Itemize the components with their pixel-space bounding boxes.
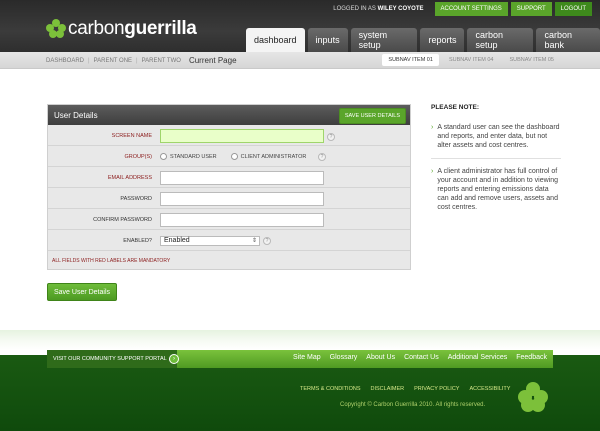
logo-text: carbonguerrilla [68,18,197,39]
logout-button[interactable]: LOGOUT [554,2,592,16]
subnav-item-05[interactable]: SUBNAV ITEM 05 [503,54,560,66]
subnav-item-01[interactable]: SUBNAV ITEM 01 [382,54,439,66]
topbar: LOGGED IN AS WILEY COYOTE ACCOUNT SETTIN… [333,2,592,16]
footer-link-additional-services[interactable]: Additional Services [448,354,508,361]
logo[interactable]: carbonguerrilla [46,18,197,40]
footer-link-site-map[interactable]: Site Map [293,354,321,361]
crumb-current-page: Current Page [188,56,237,65]
groups-label: GROUP(S) [124,154,153,160]
note-text: A client administrator has full control … [437,168,558,211]
screen-name-label: SCREEN NAME [111,133,152,139]
row-password: PASSWORD [48,189,410,209]
logged-in-label: LOGGED IN AS WILEY COYOTE [333,6,424,12]
email-label: EMAIL ADDRESS [107,175,152,181]
copyright: Copyright © Carbon Guerrilla 2010. All r… [340,402,486,408]
tab-inputs[interactable]: inputs [307,28,348,52]
main-tabs: dashboard inputs system setup reports ca… [246,28,600,52]
radio-client-admin[interactable] [230,153,238,160]
help-icon[interactable]: ? [318,153,326,161]
save-user-details-top-button[interactable]: SAVE USER DETAILS [338,108,406,124]
mandatory-note: ALL FIELDS WITH RED LABELS ARE MANDATORY [52,258,171,264]
community-portal-link[interactable]: VISIT OUR COMMUNITY SUPPORT PORTAL [47,350,177,368]
enabled-label: ENABLED? [123,238,152,244]
subnav-item-04[interactable]: SUBNAV ITEM 04 [443,54,500,66]
subnav-items: SUBNAV ITEM 01 SUBNAV ITEM 04 SUBNAV ITE… [382,54,560,66]
help-icon[interactable]: ? [327,133,335,141]
chevron-right-icon: › [431,124,434,131]
footer-legal-links: TERMS & CONDITIONS DISCLAIMER PRIVACY PO… [300,386,510,392]
radio-client-admin-label: CLIENT ADMINISTRATOR [240,153,307,160]
crumb-separator: | [136,57,138,64]
crumb-parent-one[interactable]: PARENT ONE [94,58,132,64]
terms-link[interactable]: TERMS & CONDITIONS [300,386,361,392]
footer-link-about-us[interactable]: About Us [366,354,395,361]
privacy-link[interactable]: PRIVACY POLICY [414,386,459,392]
tab-reports[interactable]: reports [420,28,465,52]
row-groups: GROUP(S) STANDARD USER CLIENT ADMINISTRA… [48,147,410,167]
footer-link-glossary[interactable]: Glossary [330,354,358,361]
support-button[interactable]: SUPPORT [510,2,552,16]
email-input[interactable] [160,171,324,185]
account-settings-button[interactable]: ACCOUNT SETTINGS [434,2,508,16]
panel-header: User Details SAVE USER DETAILS [48,105,410,125]
chevron-right-icon: › [431,168,434,175]
user-details-panel: User Details SAVE USER DETAILS SCREEN NA… [47,104,411,270]
row-confirm-password: CONFIRM PASSWORD [48,210,410,230]
confirm-password-label: CONFIRM PASSWORD [93,217,152,223]
note-text: A standard user can see the dashboard an… [437,124,560,149]
tab-system-setup[interactable]: system setup [350,28,418,52]
header-bar: carbonguerrilla LOGGED IN AS WILEY COYOT… [0,0,600,52]
radio-standard-user-label: STANDARD USER [170,153,217,160]
disclaimer-link[interactable]: DISCLAIMER [371,386,405,392]
password-input[interactable] [160,192,324,206]
save-user-details-button[interactable]: Save User Details [47,283,117,301]
row-email: EMAIL ADDRESS [48,168,410,188]
footer: VISIT OUR COMMUNITY SUPPORT PORTAL › Sit… [0,330,600,431]
panel-title: User Details [54,111,98,120]
note-item: › A standard user can see the dashboard … [431,123,561,150]
row-screen-name: SCREEN NAME ? [48,126,410,146]
breadcrumb: DASHBOARD | PARENT ONE | PARENT TWO Curr… [46,56,237,65]
groups-radio-group: STANDARD USER CLIENT ADMINISTRATOR [160,153,306,160]
password-label: PASSWORD [120,196,152,202]
tab-carbon-bank[interactable]: carbon bank [536,28,600,52]
note-item: › A client administrator has full contro… [431,167,561,212]
flower-icon [518,382,548,412]
footer-link-feedback[interactable]: Feedback [516,354,547,361]
select-arrows-icon: ⇕ [251,238,257,244]
tab-dashboard[interactable]: dashboard [246,28,305,52]
confirm-password-input[interactable] [160,213,324,227]
row-enabled: ENABLED? Enabled ⇕ ? [48,231,410,251]
enabled-select[interactable]: Enabled ⇕ [160,236,260,246]
footer-nav: Site Map Glossary About Us Contact Us Ad… [284,354,547,361]
subnav-bar: DASHBOARD | PARENT ONE | PARENT TWO Curr… [0,52,600,69]
please-note-title: PLEASE NOTE: [431,104,480,111]
crumb-parent-two[interactable]: PARENT TWO [142,58,181,64]
enabled-select-value: Enabled [164,237,190,244]
footer-link-contact-us[interactable]: Contact Us [404,354,439,361]
footer-nav-bar: VISIT OUR COMMUNITY SUPPORT PORTAL › Sit… [47,350,553,368]
crumb-dashboard[interactable]: DASHBOARD [46,58,84,64]
tab-carbon-setup[interactable]: carbon setup [467,28,534,52]
crumb-separator: | [88,57,90,64]
please-note: PLEASE NOTE: › A standard user can see t… [431,104,561,212]
leaf-icon [46,19,66,39]
divider [431,158,561,159]
arrow-right-icon[interactable]: › [169,354,179,364]
screen-name-input[interactable] [160,129,324,143]
radio-standard-user[interactable] [160,153,167,160]
help-icon[interactable]: ? [263,237,271,245]
accessibility-link[interactable]: ACCESSIBILITY [469,386,510,392]
